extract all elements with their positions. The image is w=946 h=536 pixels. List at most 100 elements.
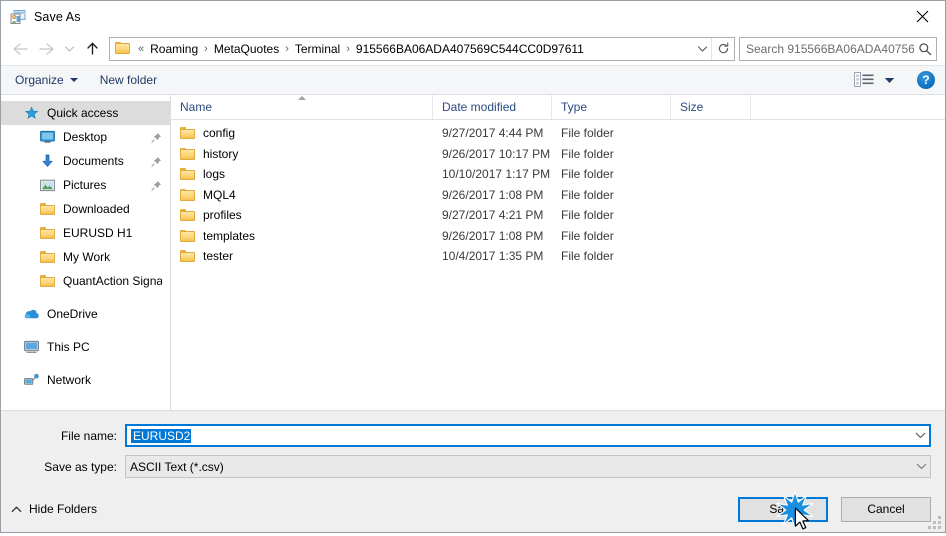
table-row[interactable]: templates 9/26/2017 1:08 PM File folder <box>171 226 945 247</box>
search-icon[interactable] <box>914 42 936 56</box>
sidebar-item-label: QuantAction Signal <box>63 274 162 288</box>
this-pc-icon <box>23 339 40 355</box>
breadcrumb-overflow[interactable]: « <box>135 43 147 55</box>
file-name-label: File name: <box>60 428 117 443</box>
sidebar-item-quantaction-signal[interactable]: QuantAction Signal <box>1 269 170 293</box>
breadcrumb-separator[interactable]: › <box>201 43 211 55</box>
toolbar-right-group: ? <box>854 71 935 89</box>
table-row[interactable]: config 9/27/2017 4:44 PM File folder <box>171 123 945 144</box>
save-as-type-label: Save as type: <box>44 459 117 474</box>
column-header-size[interactable]: Size <box>671 95 751 119</box>
new-folder-label: New folder <box>99 73 158 87</box>
close-icon[interactable] <box>900 1 945 31</box>
table-row[interactable]: tester 10/4/2017 1:35 PM File folder <box>171 246 945 267</box>
breadcrumb-item-metaquotes[interactable]: MetaQuotes <box>211 42 282 56</box>
refresh-icon[interactable] <box>711 37 734 60</box>
breadcrumb-item-current[interactable]: 915566BA06ADA407569C544CC0D97611 <box>353 42 587 56</box>
sidebar-item-documents[interactable]: Documents <box>1 149 170 173</box>
folder-icon <box>39 225 56 241</box>
file-list[interactable]: config 9/27/2017 4:44 PM File folder his… <box>171 120 945 410</box>
search-input[interactable]: Search 915566BA06ADA40756... <box>739 36 937 61</box>
address-chevron-down-icon[interactable] <box>693 45 711 53</box>
pin-icon[interactable] <box>151 132 162 143</box>
save-button[interactable]: Save <box>738 496 828 522</box>
save-as-type-row: Save as type: ASCII Text (*.csv) <box>1 455 945 478</box>
recent-locations-chevron-down-icon[interactable] <box>59 36 79 62</box>
table-row[interactable]: logs 10/10/2017 1:17 PM File folder <box>171 164 945 185</box>
sidebar-item-network[interactable]: Network <box>1 368 170 392</box>
table-row[interactable]: profiles 9/27/2017 4:21 PM File folder <box>171 205 945 226</box>
breadcrumb-item-roaming[interactable]: Roaming <box>147 42 201 56</box>
breadcrumb-separator[interactable]: › <box>343 43 353 55</box>
file-name-input[interactable]: EURUSD2 <box>125 424 931 447</box>
sidebar-item-pictures[interactable]: Pictures <box>1 173 170 197</box>
up-arrow-icon[interactable] <box>79 36 105 62</box>
pin-icon[interactable] <box>151 156 162 167</box>
help-label: ? <box>922 73 930 87</box>
file-type-cell: File folder <box>561 187 614 202</box>
file-name: profiles <box>203 208 242 223</box>
sidebar-item-my-work[interactable]: My Work <box>1 245 170 269</box>
navigation-sidebar[interactable]: Quick access Desktop Documents Pictures … <box>1 95 171 410</box>
view-options-icon[interactable] <box>854 72 874 88</box>
organize-label: Organize <box>15 73 64 87</box>
file-type-cell: File folder <box>561 146 614 161</box>
save-as-type-chevron-down-icon[interactable] <box>913 463 930 470</box>
file-type-cell: File folder <box>561 228 614 243</box>
file-date-cell: 9/27/2017 4:44 PM <box>442 126 544 141</box>
file-date-cell: 9/27/2017 4:21 PM <box>442 208 544 223</box>
sidebar-item-downloaded[interactable]: Downloaded <box>1 197 170 221</box>
sidebar-item-label: Downloaded <box>63 202 130 216</box>
help-button[interactable]: ? <box>917 71 935 89</box>
file-name: config <box>203 126 236 141</box>
cancel-button[interactable]: Cancel <box>841 496 931 522</box>
file-type-cell: File folder <box>561 126 614 141</box>
sidebar-item-eurusd-h1[interactable]: EURUSD H1 <box>1 221 170 245</box>
file-name-cell: templates <box>171 229 433 243</box>
footer-buttons: Save Cancel <box>738 490 931 529</box>
save-as-type-select[interactable]: ASCII Text (*.csv) <box>125 455 931 478</box>
sidebar-item-label: EURUSD H1 <box>63 226 133 240</box>
table-row[interactable]: history 9/26/2017 10:17 PM File folder <box>171 144 945 165</box>
column-header-type[interactable]: Type <box>552 95 671 119</box>
onedrive-icon <box>23 306 40 322</box>
organize-button[interactable]: Organize <box>15 73 78 87</box>
sidebar-item-label: Network <box>47 373 92 387</box>
column-header-name[interactable]: Name <box>171 95 433 119</box>
folder-icon <box>39 201 56 217</box>
column-header-date-modified[interactable]: Date modified <box>433 95 552 119</box>
resize-grip-icon[interactable] <box>928 516 941 529</box>
folder-icon <box>39 249 56 265</box>
file-name-value-wrapper: EURUSD2 <box>127 428 912 443</box>
table-row[interactable]: MQL4 9/26/2017 1:08 PM File folder <box>171 185 945 206</box>
file-name-cell: history <box>171 147 433 161</box>
pin-icon[interactable] <box>151 180 162 191</box>
file-name-cell: config <box>171 126 433 140</box>
sidebar-item-label: Pictures <box>63 178 107 192</box>
file-name-chevron-down-icon[interactable] <box>912 432 929 439</box>
save-label: Save <box>769 502 797 516</box>
folder-icon <box>180 250 195 263</box>
hide-folders-button[interactable]: Hide Folders <box>11 502 97 516</box>
forward-arrow-icon[interactable] <box>33 36 59 62</box>
folder-icon <box>180 127 195 140</box>
back-arrow-icon[interactable] <box>7 36 33 62</box>
new-folder-button[interactable]: New folder <box>100 73 157 87</box>
sidebar-item-onedrive[interactable]: OneDrive <box>1 302 170 326</box>
file-name-cell: tester <box>171 249 433 263</box>
sidebar-item-desktop[interactable]: Desktop <box>1 125 170 149</box>
save-as-app-icon <box>10 9 26 25</box>
title-bar: Save As <box>1 1 945 32</box>
sidebar-item-this-pc[interactable]: This PC <box>1 335 170 359</box>
folder-icon <box>180 209 195 222</box>
file-type-cell: File folder <box>561 167 614 182</box>
address-bar[interactable]: « Roaming › MetaQuotes › Terminal › 9155… <box>109 36 735 61</box>
column-header-row: Name Date modified Type Size <box>171 95 945 120</box>
breadcrumb-item-terminal[interactable]: Terminal <box>292 42 343 56</box>
view-options-chevron-down-icon[interactable] <box>884 77 895 84</box>
sidebar-item-quick-access[interactable]: Quick access <box>1 101 170 125</box>
file-name: logs <box>203 167 226 182</box>
breadcrumb-separator[interactable]: › <box>282 43 292 55</box>
column-header-label: Date modified <box>442 100 517 114</box>
